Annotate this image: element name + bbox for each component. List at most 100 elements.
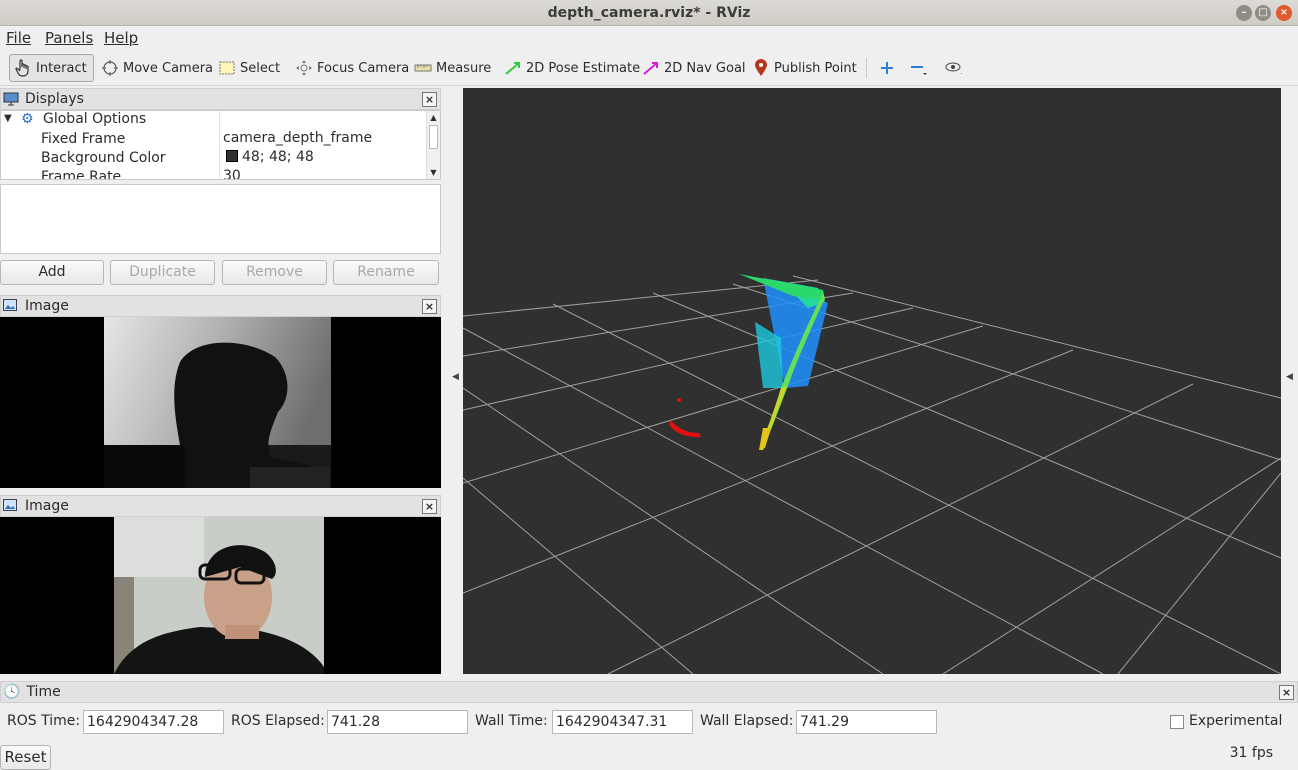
tool-2d-nav-goal-label: 2D Nav Goal: [664, 60, 746, 76]
background-color-text: 48; 48; 48: [242, 149, 314, 165]
toolbar: Interact Move Camera Select Focus Camera…: [0, 50, 1298, 86]
magenta-arrow-icon: [642, 59, 660, 77]
minus-icon: [910, 59, 928, 77]
menu-file[interactable]: File: [6, 29, 31, 47]
add-tool-button[interactable]: [874, 54, 904, 82]
fixed-frame-value[interactable]: camera_depth_frame: [219, 130, 372, 149]
experimental-label: Experimental: [1189, 713, 1283, 729]
hand-icon: [14, 59, 32, 77]
ros-elapsed-label: ROS Elapsed:: [231, 713, 325, 729]
grid: [463, 275, 1281, 674]
maximize-button[interactable]: □: [1255, 5, 1271, 21]
depth-image: [104, 317, 331, 488]
remove-tool-button[interactable]: [906, 54, 936, 82]
experimental-checkbox[interactable]: [1170, 715, 1184, 729]
remove-display-button[interactable]: Remove: [222, 260, 327, 285]
tree-row-global-options[interactable]: ▼ ⚙ Global Options: [1, 111, 427, 130]
frame-rate-label: Frame Rate: [41, 169, 122, 180]
displays-scrollbar[interactable]: ▲ ▼: [426, 111, 440, 179]
tree-row-fixed-frame[interactable]: Fixed Frame camera_depth_frame: [1, 130, 427, 149]
color-image-view: [0, 517, 441, 674]
tool-move-camera-label: Move Camera: [123, 60, 214, 76]
image-panel-title: Image: [25, 498, 69, 514]
reset-button[interactable]: Reset: [0, 745, 51, 770]
duplicate-display-button[interactable]: Duplicate: [110, 260, 215, 285]
monitor-icon: [3, 92, 19, 106]
displays-tree: ▼ ⚙ Global Options Fixed Frame camera_de…: [0, 110, 441, 180]
map-pin-icon: [752, 59, 770, 77]
scroll-thumb[interactable]: [429, 125, 438, 149]
tree-row-frame-rate[interactable]: Frame Rate 30: [1, 168, 427, 180]
close-displays-panel-button[interactable]: ×: [422, 92, 437, 107]
gear-icon: ⚙: [21, 111, 34, 127]
wall-elapsed-label: Wall Elapsed:: [700, 713, 794, 729]
focus-camera-icon: [295, 59, 313, 77]
view-menu-button[interactable]: [940, 54, 970, 82]
tool-focus-camera[interactable]: Focus Camera: [291, 54, 413, 82]
menu-help[interactable]: Help: [104, 29, 138, 47]
tool-2d-pose-estimate[interactable]: 2D Pose Estimate: [500, 54, 644, 82]
tool-publish-point-label: Publish Point: [774, 60, 857, 76]
minimize-button[interactable]: –: [1236, 5, 1252, 21]
3d-render-view[interactable]: [463, 88, 1281, 674]
tool-publish-point[interactable]: Publish Point: [748, 54, 861, 82]
time-panel-header: 🕓 Time ×: [0, 681, 1298, 703]
tool-interact-label: Interact: [36, 60, 87, 76]
ruler-icon: [414, 59, 432, 77]
tool-measure-label: Measure: [436, 60, 492, 76]
add-display-button[interactable]: Add: [0, 260, 104, 285]
scroll-up-icon[interactable]: ▲: [427, 113, 440, 122]
image-panel-title: Image: [25, 298, 69, 314]
time-panel-title: Time: [26, 684, 61, 700]
window-titlebar: depth_camera.rviz* - RViz – □ ×: [0, 0, 1298, 26]
ros-time-label: ROS Time:: [7, 713, 81, 729]
ros-time-field[interactable]: 1642904347.28: [83, 710, 224, 734]
fixed-frame-label: Fixed Frame: [41, 131, 126, 147]
displays-panel-header: Displays ×: [0, 88, 441, 110]
tree-row-background-color[interactable]: Background Color 48; 48; 48: [1, 149, 427, 168]
move-camera-icon: [101, 59, 119, 77]
rename-display-button[interactable]: Rename: [333, 260, 439, 285]
wall-elapsed-field[interactable]: 741.29: [796, 710, 937, 734]
tool-select[interactable]: Select: [214, 54, 284, 82]
image-panel-header-depth: Image ×: [0, 295, 441, 317]
tool-focus-camera-label: Focus Camera: [317, 60, 410, 76]
expand-arrow-icon[interactable]: ▼: [4, 113, 12, 124]
tool-select-label: Select: [240, 60, 281, 76]
wall-time-field[interactable]: 1642904347.31: [552, 710, 693, 734]
toolbar-separator: [866, 58, 867, 78]
collapse-right-arrow-icon[interactable]: ◀: [1286, 372, 1296, 384]
tool-2d-nav-goal[interactable]: 2D Nav Goal: [638, 54, 750, 82]
tool-interact[interactable]: Interact: [9, 54, 94, 82]
displays-title: Displays: [25, 91, 84, 107]
display-description-box: [0, 184, 441, 254]
tool-measure[interactable]: Measure: [410, 54, 495, 82]
frame-rate-value[interactable]: 30: [219, 168, 241, 180]
global-options-label: Global Options: [43, 111, 147, 127]
tool-2d-pose-estimate-label: 2D Pose Estimate: [526, 60, 641, 76]
window-title: depth_camera.rviz* - RViz: [547, 5, 751, 21]
green-arrow-icon: [504, 59, 522, 77]
menu-panels[interactable]: Panels: [45, 29, 93, 47]
close-window-button[interactable]: ×: [1276, 5, 1292, 21]
tool-move-camera[interactable]: Move Camera: [97, 54, 217, 82]
image-icon: [3, 499, 19, 513]
camera-image: [114, 517, 324, 674]
fps-readout: 31 fps: [1229, 745, 1273, 761]
wall-time-label: Wall Time:: [475, 713, 548, 729]
background-color-value[interactable]: 48; 48; 48: [219, 149, 314, 168]
color-swatch: [226, 150, 238, 162]
close-image-panel-button[interactable]: ×: [422, 299, 437, 314]
eye-icon: [944, 59, 962, 77]
close-time-panel-button[interactable]: ×: [1279, 685, 1294, 700]
close-image-panel-button[interactable]: ×: [422, 499, 437, 514]
background-color-label: Background Color: [41, 150, 166, 166]
plus-icon: [878, 59, 896, 77]
scroll-down-icon[interactable]: ▼: [427, 168, 440, 177]
ros-elapsed-field[interactable]: 741.28: [327, 710, 468, 734]
frame-rate-text: 30: [223, 168, 241, 180]
grid-and-pointcloud: [463, 274, 1281, 674]
collapse-left-arrow-icon[interactable]: ◀: [452, 372, 462, 384]
image-icon: [3, 299, 19, 313]
fixed-frame-text: camera_depth_frame: [223, 130, 373, 146]
